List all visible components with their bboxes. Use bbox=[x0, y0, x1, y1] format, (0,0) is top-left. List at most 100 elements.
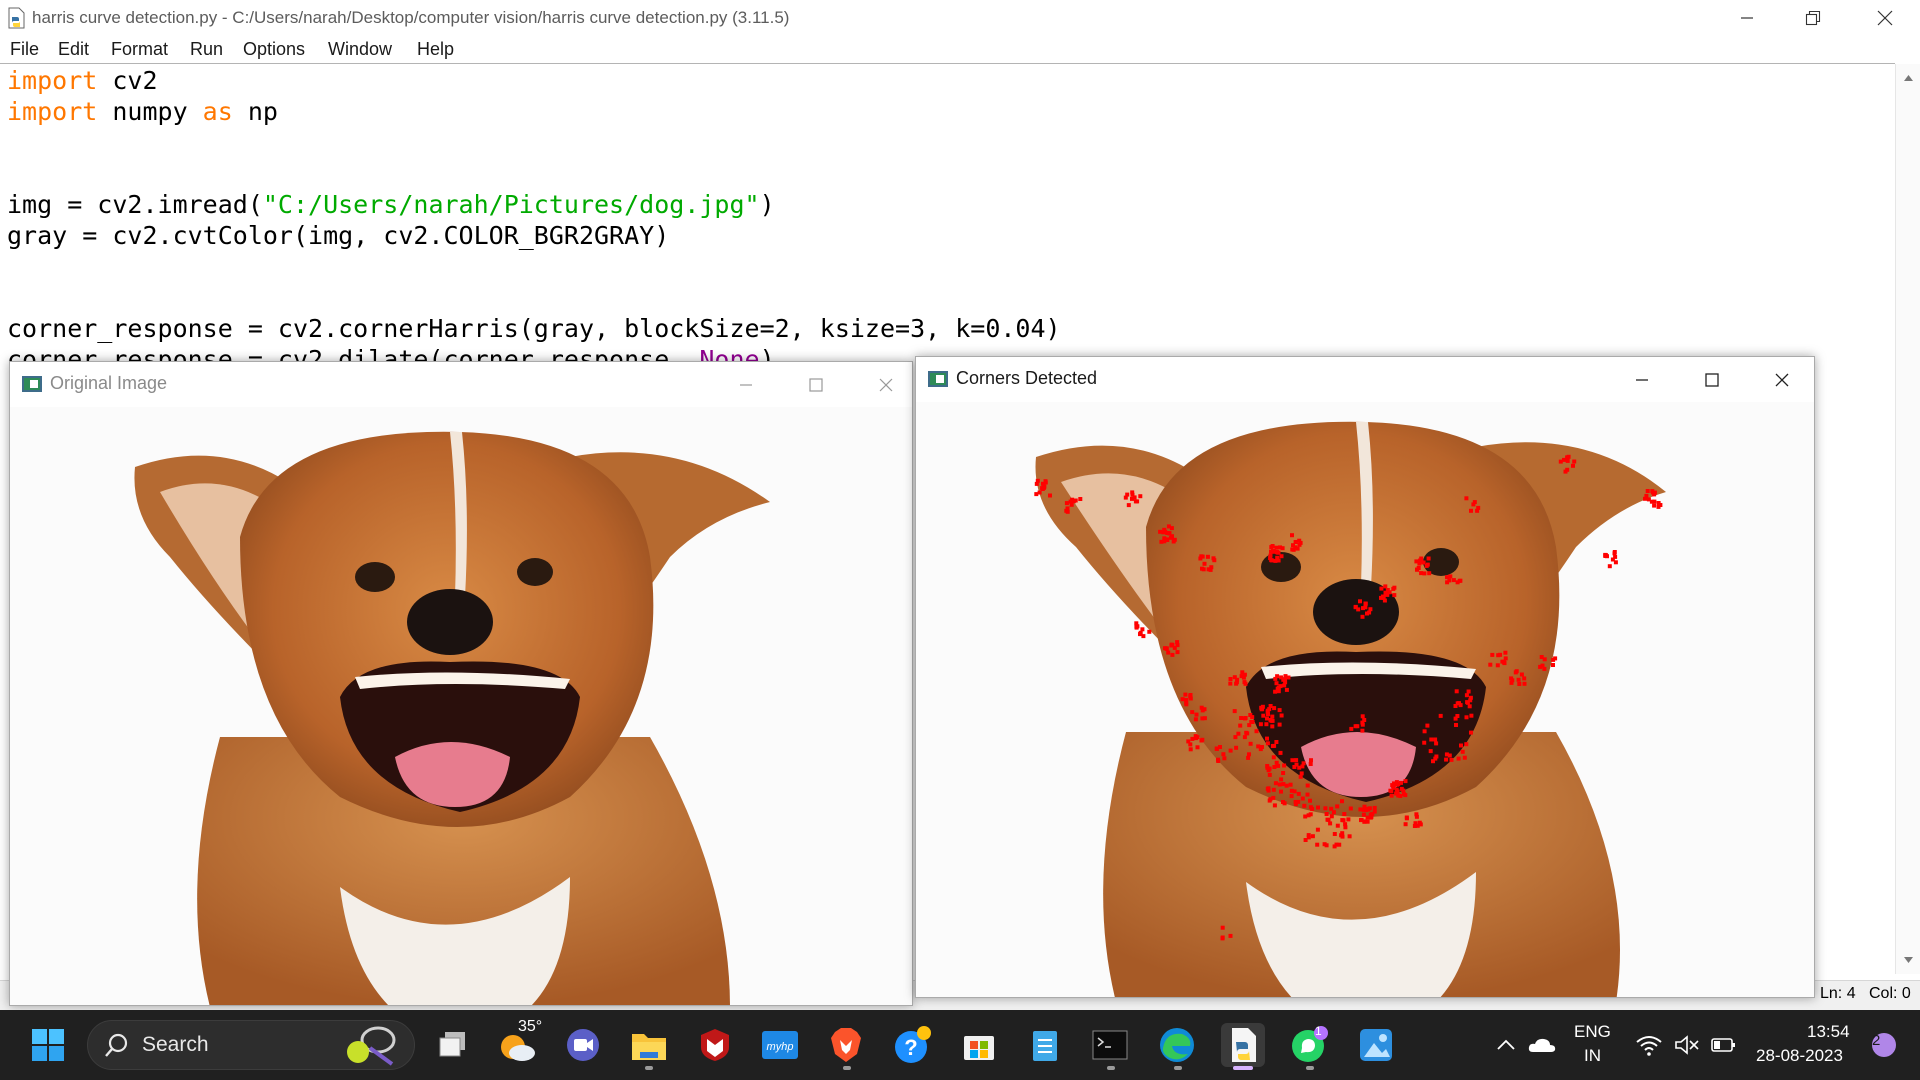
corner-marker bbox=[1241, 675, 1246, 680]
whatsapp-badge: 1 bbox=[1315, 1024, 1322, 1038]
menu-window[interactable]: Window bbox=[328, 39, 392, 60]
onedrive-button[interactable] bbox=[1520, 1023, 1564, 1067]
scroll-up-icon[interactable] bbox=[1896, 68, 1920, 88]
scroll-down-icon[interactable] bbox=[1896, 950, 1920, 970]
whatsapp-button[interactable] bbox=[1287, 1023, 1331, 1067]
language-bottom[interactable]: IN bbox=[1584, 1046, 1601, 1066]
corner-marker bbox=[1288, 782, 1293, 787]
corner-marker bbox=[1282, 801, 1287, 806]
terminal-button[interactable] bbox=[1088, 1023, 1132, 1067]
menu-edit[interactable]: Edit bbox=[58, 39, 89, 60]
original-image-window[interactable]: Original Image bbox=[9, 361, 913, 1006]
corner-marker bbox=[1166, 650, 1171, 655]
corner-marker bbox=[1467, 704, 1472, 709]
brave-browser-button[interactable] bbox=[824, 1023, 868, 1067]
corner-marker bbox=[1068, 499, 1073, 504]
corner-marker bbox=[1305, 783, 1310, 788]
corner-marker bbox=[1475, 508, 1480, 513]
corner-marker bbox=[1329, 814, 1334, 819]
corner-marker bbox=[1340, 799, 1344, 804]
corner-marker bbox=[1276, 689, 1281, 694]
whatsapp-running-indicator bbox=[1306, 1066, 1314, 1070]
menu-options[interactable]: Options bbox=[243, 39, 305, 60]
corner-marker bbox=[1284, 687, 1289, 692]
corner-marker bbox=[1282, 763, 1287, 768]
corner-marker bbox=[1273, 689, 1278, 694]
menu-run[interactable]: Run bbox=[190, 39, 223, 60]
language-top[interactable]: ENG bbox=[1574, 1022, 1611, 1042]
file-explorer-button[interactable] bbox=[627, 1023, 671, 1067]
clock-time[interactable]: 13:54 bbox=[1807, 1022, 1850, 1042]
minimize-button[interactable] bbox=[1712, 0, 1782, 36]
corner-marker bbox=[1383, 584, 1388, 589]
corner-marker bbox=[1610, 557, 1615, 562]
corner-marker bbox=[1228, 677, 1233, 681]
taskbar-search-box[interactable]: Search bbox=[87, 1020, 415, 1070]
restore-icon bbox=[1805, 10, 1821, 26]
menu-format[interactable]: Format bbox=[111, 39, 168, 60]
corner-marker bbox=[1296, 791, 1301, 796]
menu-file[interactable]: File bbox=[10, 39, 39, 60]
corner-marker bbox=[1302, 803, 1307, 808]
corner-marker bbox=[1249, 720, 1254, 724]
corner-marker bbox=[1233, 735, 1238, 740]
idle-taskbar-button[interactable] bbox=[1221, 1023, 1265, 1067]
original-image-title-bar[interactable]: Original Image bbox=[10, 362, 912, 407]
original-minimize-button[interactable] bbox=[711, 362, 781, 407]
corner-marker bbox=[1363, 601, 1368, 606]
quick-settings-button[interactable] bbox=[1628, 1023, 1746, 1067]
corner-marker bbox=[1035, 478, 1040, 483]
corner-marker bbox=[1165, 538, 1170, 542]
svg-text:myhp: myhp bbox=[767, 1041, 794, 1053]
corner-marker bbox=[1542, 666, 1547, 671]
clock-date[interactable]: 28-08-2023 bbox=[1756, 1046, 1843, 1066]
corner-marker bbox=[1269, 558, 1274, 563]
corner-marker bbox=[1130, 496, 1134, 501]
corners-maximize-button[interactable] bbox=[1677, 357, 1747, 402]
status-column-number: Col: 0 bbox=[1869, 985, 1911, 1002]
corner-marker bbox=[1395, 782, 1400, 787]
corners-close-button[interactable] bbox=[1747, 357, 1814, 402]
get-help-button[interactable]: ? bbox=[891, 1023, 935, 1067]
corner-marker bbox=[1514, 669, 1519, 674]
task-view-button[interactable] bbox=[431, 1023, 475, 1067]
corner-marker bbox=[1516, 677, 1521, 682]
corner-marker bbox=[1264, 722, 1269, 727]
corner-marker bbox=[1272, 743, 1277, 748]
cloud-icon bbox=[1528, 1038, 1556, 1052]
notepad-button[interactable] bbox=[1023, 1023, 1067, 1067]
photos-button[interactable] bbox=[1354, 1023, 1398, 1067]
mcafee-button[interactable] bbox=[693, 1023, 737, 1067]
notification-center-button[interactable] bbox=[1862, 1023, 1906, 1067]
microsoft-store-button[interactable] bbox=[957, 1023, 1001, 1067]
corners-detected-window[interactable]: Corners Detected bbox=[915, 356, 1815, 998]
corner-marker bbox=[1277, 708, 1282, 713]
corner-marker bbox=[1064, 508, 1069, 513]
restore-button[interactable] bbox=[1778, 0, 1848, 36]
corner-marker bbox=[1519, 672, 1524, 677]
corner-marker bbox=[1260, 706, 1265, 711]
myhp-button[interactable]: myhp bbox=[758, 1023, 802, 1067]
start-button[interactable] bbox=[26, 1023, 70, 1067]
corners-title-bar[interactable]: Corners Detected bbox=[916, 357, 1814, 402]
corner-marker bbox=[1645, 489, 1650, 493]
corner-marker bbox=[1239, 716, 1244, 720]
corner-marker bbox=[1043, 480, 1048, 485]
corner-marker bbox=[1272, 803, 1277, 808]
original-close-button[interactable] bbox=[851, 362, 912, 407]
corners-minimize-button[interactable] bbox=[1607, 357, 1677, 402]
vertical-scrollbar[interactable] bbox=[1895, 64, 1920, 974]
close-button[interactable] bbox=[1850, 0, 1920, 36]
title-bar[interactable]: harris curve detection.py - C:/Users/nar… bbox=[0, 0, 1920, 36]
corner-marker bbox=[1324, 843, 1329, 848]
menu-help[interactable]: Help bbox=[417, 39, 454, 60]
corner-marker bbox=[1346, 817, 1351, 822]
corner-marker bbox=[1254, 729, 1259, 734]
corner-marker bbox=[1298, 774, 1303, 779]
corner-marker bbox=[1273, 676, 1278, 681]
corner-marker bbox=[1130, 490, 1135, 495]
original-maximize-button[interactable] bbox=[781, 362, 851, 407]
teams-meet-button[interactable] bbox=[561, 1023, 605, 1067]
corner-marker bbox=[1361, 812, 1366, 817]
edge-browser-button[interactable] bbox=[1155, 1023, 1199, 1067]
